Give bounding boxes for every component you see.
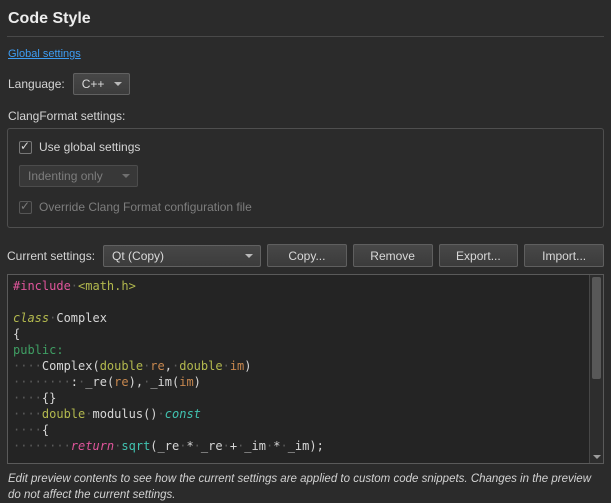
clangformat-settings-label: ClangFormat settings: xyxy=(8,109,604,123)
title-divider xyxy=(7,36,604,37)
current-settings-value: Qt (Copy) xyxy=(112,249,164,263)
override-clang-config-label: Override Clang Format configuration file xyxy=(39,200,252,214)
language-select-value: C++ xyxy=(82,77,105,91)
chevron-down-icon xyxy=(593,455,601,459)
code-line: #include·<math.h> xyxy=(13,278,589,294)
language-label: Language: xyxy=(8,77,65,91)
use-global-settings-checkbox[interactable]: ✓ Use global settings xyxy=(19,140,593,154)
code-editor-content: #include·<math.h>class·Complex{public:··… xyxy=(8,275,589,463)
remove-button[interactable]: Remove xyxy=(353,244,433,267)
chevron-down-icon xyxy=(122,174,130,178)
copy-button[interactable]: Copy... xyxy=(267,244,347,267)
override-clang-config-checkbox: ✓ Override Clang Format configuration fi… xyxy=(19,200,593,214)
scroll-down-button[interactable] xyxy=(590,450,603,463)
code-line: public: xyxy=(13,342,589,358)
code-line: class·Complex xyxy=(13,310,589,326)
import-button[interactable]: Import... xyxy=(524,244,604,267)
checkbox-box: ✓ xyxy=(19,141,32,154)
check-icon: ✓ xyxy=(20,139,30,153)
current-settings-select[interactable]: Qt (Copy) xyxy=(103,245,261,267)
chevron-down-icon xyxy=(245,254,253,258)
editor-scrollbar[interactable] xyxy=(589,275,603,463)
clangformat-groupbox: ✓ Use global settings Indenting only ✓ O… xyxy=(7,128,604,228)
check-icon: ✓ xyxy=(20,199,30,213)
use-global-settings-label: Use global settings xyxy=(39,140,140,154)
chevron-down-icon xyxy=(114,82,122,86)
page-title: Code Style xyxy=(8,10,604,28)
code-line: ····double·modulus()·const xyxy=(13,406,589,422)
code-line xyxy=(13,294,589,310)
language-row: Language: C++ xyxy=(8,73,604,95)
code-line: ········:·_re(re),·_im(im) xyxy=(13,374,589,390)
code-line: ····{ xyxy=(13,422,589,438)
code-line: ····Complex(double·re,·double·im) xyxy=(13,358,589,374)
language-select[interactable]: C++ xyxy=(73,73,131,95)
current-settings-row: Current settings: Qt (Copy) Copy... Remo… xyxy=(7,244,604,267)
export-button[interactable]: Export... xyxy=(439,244,519,267)
code-style-page: Code Style Global settings Language: C++… xyxy=(0,0,611,503)
code-line: ········return·sqrt(_re·*·_re·+·_im·*·_i… xyxy=(13,438,589,454)
code-preview-editor[interactable]: #include·<math.h>class·Complex{public:··… xyxy=(7,274,604,464)
checkbox-box: ✓ xyxy=(19,201,32,214)
current-settings-label: Current settings: xyxy=(7,249,95,263)
preview-help-text: Edit preview contents to see how the cur… xyxy=(8,471,603,503)
indenting-mode-value: Indenting only xyxy=(28,169,103,183)
code-line: ····{} xyxy=(13,390,589,406)
scrollbar-thumb[interactable] xyxy=(592,277,601,379)
code-line: { xyxy=(13,326,589,342)
global-settings-link[interactable]: Global settings xyxy=(8,48,81,60)
indenting-mode-select: Indenting only xyxy=(19,165,138,187)
